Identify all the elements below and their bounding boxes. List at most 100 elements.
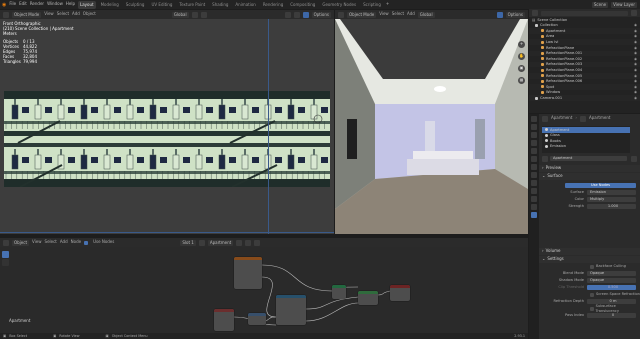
scene-selector[interactable]: Scene	[591, 1, 609, 8]
zoom-icon[interactable]: +	[518, 41, 525, 48]
tab-shading[interactable]: Shading	[210, 1, 230, 9]
visibility-eye-icon[interactable]: ◉	[634, 74, 637, 78]
visibility-eye-icon[interactable]: ◉	[634, 90, 637, 94]
material-selector[interactable]: Apartment	[207, 239, 234, 246]
visibility-eye-icon[interactable]: ◉	[634, 51, 637, 55]
surface-section[interactable]: ⌄ Surface	[539, 173, 640, 180]
shield-icon[interactable]	[236, 239, 243, 246]
add-workspace-button[interactable]: +	[386, 1, 389, 7]
shader-type-selector[interactable]: Object	[12, 239, 30, 246]
menu-add[interactable]: Add	[407, 11, 415, 17]
pass-index-field[interactable]: 0	[587, 313, 636, 318]
visibility-eye-icon[interactable]: ◉	[634, 68, 637, 72]
data-tab-icon[interactable]	[531, 204, 537, 210]
menu-view[interactable]: View	[379, 11, 389, 17]
tab-animation[interactable]: Animation	[233, 1, 257, 9]
editor-type-icon[interactable]	[3, 11, 9, 18]
visibility-eye-icon[interactable]: ◉	[634, 34, 637, 38]
node-image-texture[interactable]	[234, 257, 262, 289]
filter-search-field[interactable]	[541, 10, 628, 16]
slot-selector[interactable]: Slot 1	[180, 239, 196, 246]
tab-layout[interactable]: Layout	[77, 0, 96, 9]
blend-mode-select[interactable]: Opaque	[587, 271, 636, 276]
node-principled-bsdf[interactable]	[276, 295, 306, 325]
material-browse-icon[interactable]	[542, 155, 548, 162]
view-layer-selector[interactable]: View Layer	[611, 1, 637, 8]
close-icon[interactable]	[631, 155, 637, 162]
pan-icon[interactable]: ✋	[518, 53, 525, 60]
color-field[interactable]: Multiply	[587, 197, 636, 202]
tool-tab-icon[interactable]	[531, 116, 537, 122]
strength-field[interactable]: 1.000	[587, 204, 636, 209]
node-mix-shader[interactable]	[332, 285, 346, 299]
output-tab-icon[interactable]	[531, 132, 537, 138]
menu-view[interactable]: View	[44, 11, 54, 17]
tab-compositing[interactable]: Compositing	[288, 1, 317, 9]
world-tab-icon[interactable]	[531, 156, 537, 162]
overlay-icon[interactable]	[284, 11, 291, 18]
object-tab-icon[interactable]	[531, 164, 537, 170]
visibility-eye-icon[interactable]: ◉	[634, 57, 637, 61]
visibility-eye-icon[interactable]: ◉	[634, 40, 637, 44]
clip-threshold-field[interactable]: 0.500	[587, 285, 636, 290]
ssr-checkbox[interactable]	[590, 292, 594, 297]
tab-geometry-nodes[interactable]: Geometry Nodes	[320, 1, 358, 9]
select-tool-icon[interactable]	[2, 251, 9, 258]
tab-modeling[interactable]: Modeling	[99, 1, 121, 9]
editor-type-icon[interactable]	[338, 11, 344, 18]
render-tab-icon[interactable]	[531, 124, 537, 130]
backface-checkbox[interactable]	[590, 264, 594, 269]
shading-material-icon[interactable]	[302, 11, 309, 18]
material-slot[interactable]: Emission	[542, 144, 630, 150]
shadow-mode-select[interactable]: Opaque	[587, 278, 636, 283]
menu-node[interactable]: Node	[71, 239, 81, 245]
options-button[interactable]: Options	[505, 11, 525, 18]
left-viewport[interactable]: Front Orthographic (210) Scene Collectio…	[0, 19, 334, 234]
editor-type-icon[interactable]	[3, 239, 9, 246]
orientation-selector[interactable]: Global	[417, 11, 435, 18]
material-slot-list[interactable]: Apartment Glass Books Emission	[542, 126, 630, 153]
outliner-item[interactable]: Camera.001 ◉	[529, 95, 640, 101]
view-layer-tab-icon[interactable]	[531, 140, 537, 146]
options-button[interactable]: Options	[311, 11, 331, 18]
shading-rendered-icon[interactable]	[496, 11, 503, 18]
mode-selector[interactable]: Object Mode	[347, 11, 377, 18]
mode-selector[interactable]: Object Mode	[12, 11, 42, 18]
right-viewport[interactable]: + ✋ ▣ ▦	[335, 19, 528, 234]
menu-add[interactable]: Add	[72, 11, 80, 17]
snap-icon[interactable]	[191, 11, 198, 18]
menu-select[interactable]: Select	[392, 11, 404, 17]
visibility-eye-icon[interactable]: ◉	[634, 62, 637, 66]
node-editor[interactable]: Apartment	[0, 247, 528, 339]
tab-uv-editing[interactable]: UV Editing	[149, 1, 174, 9]
menu-help[interactable]: Help	[66, 1, 75, 7]
visibility-eye-icon[interactable]: ◉	[634, 46, 637, 50]
node-math[interactable]	[358, 291, 378, 305]
menu-edit[interactable]: Edit	[19, 1, 27, 7]
orientation-selector[interactable]: Global	[171, 11, 189, 18]
visibility-eye-icon[interactable]: ◉	[634, 96, 637, 100]
sst-checkbox[interactable]	[589, 306, 594, 311]
menu-select[interactable]: Select	[45, 239, 57, 245]
tab-sculpting[interactable]: Sculpting	[124, 1, 147, 9]
settings-section[interactable]: ⌄ Settings	[539, 256, 640, 263]
copy-icon[interactable]	[245, 239, 252, 246]
use-nodes-button[interactable]: Use Nodes	[565, 183, 636, 188]
perspective-icon[interactable]: ▦	[518, 77, 525, 84]
node-mapping[interactable]	[248, 313, 266, 325]
menu-window[interactable]: Window	[47, 1, 63, 7]
proportional-icon[interactable]	[200, 11, 207, 18]
visibility-eye-icon[interactable]: ◉	[634, 85, 637, 89]
material-tab-icon[interactable]	[531, 212, 537, 218]
menu-file[interactable]: File	[9, 1, 16, 7]
menu-object[interactable]: Object	[83, 11, 96, 17]
annotate-tool-icon[interactable]	[2, 259, 9, 266]
material-field[interactable]: Apartment	[550, 156, 627, 161]
preview-section[interactable]: › Preview	[539, 165, 640, 172]
node-material-output[interactable]	[390, 285, 410, 301]
modifier-tab-icon[interactable]	[531, 172, 537, 178]
visibility-eye-icon[interactable]: ◉	[634, 23, 637, 27]
tab-texture-paint[interactable]: Texture Paint	[177, 1, 207, 9]
volume-section[interactable]: › Volume	[539, 248, 640, 255]
menu-view[interactable]: View	[32, 239, 42, 245]
